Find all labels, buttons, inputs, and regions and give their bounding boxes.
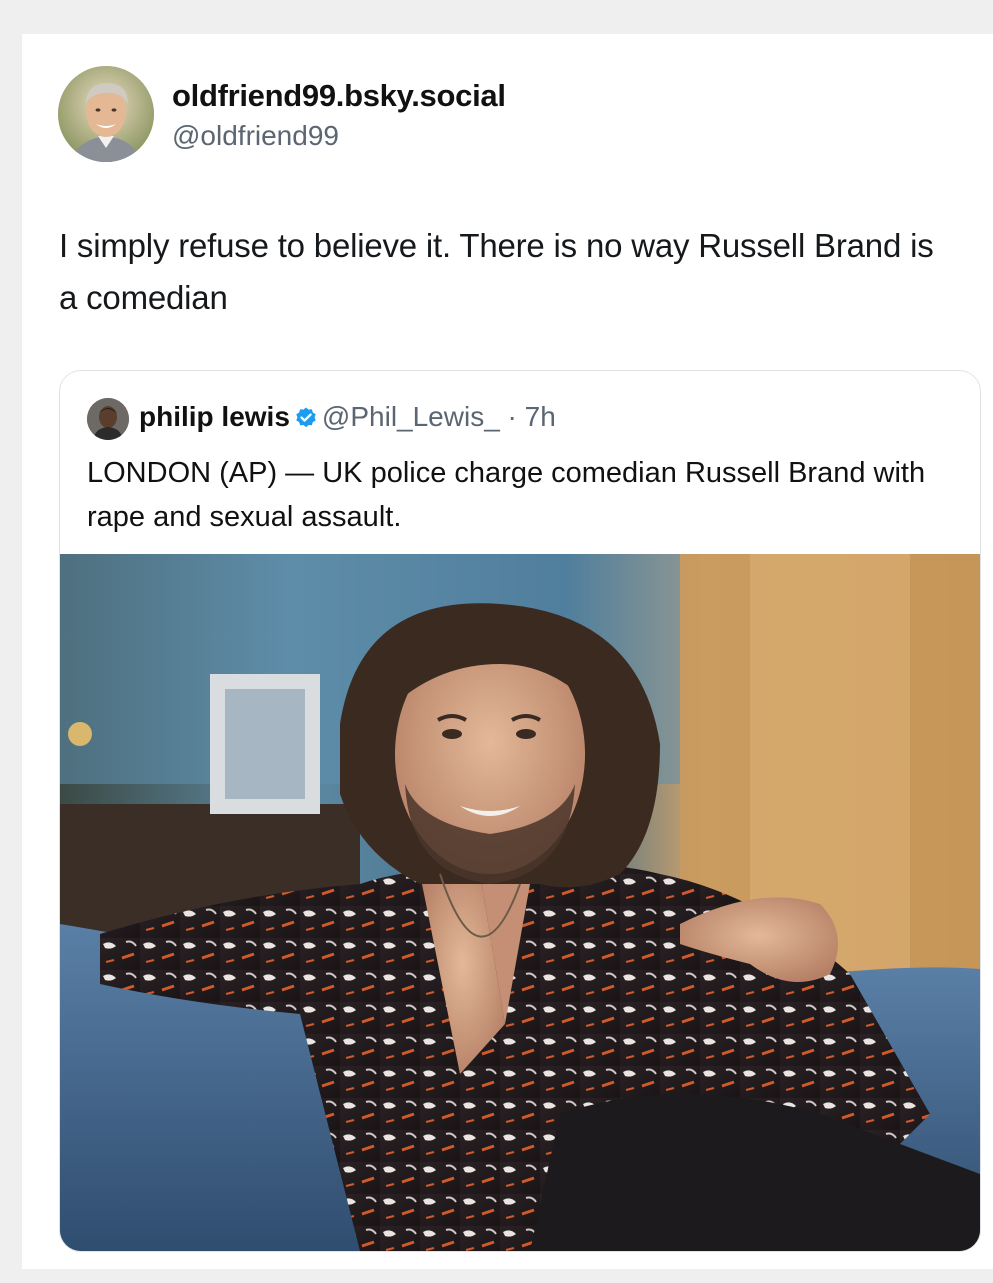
quoted-author-avatar[interactable] bbox=[87, 398, 129, 440]
quoted-post-time[interactable]: 7h bbox=[525, 401, 556, 432]
author-handle[interactable]: @oldfriend99 bbox=[172, 120, 339, 152]
quoted-post-header: philip lewis @Phil_Lewis_ · 7h bbox=[139, 401, 556, 437]
quoted-author-name[interactable]: philip lewis bbox=[139, 401, 290, 432]
post-card: oldfriend99.bsky.social @oldfriend99 I s… bbox=[22, 34, 993, 1269]
quoted-author-avatar-image bbox=[87, 398, 129, 440]
quoted-post-photo[interactable] bbox=[60, 554, 980, 1251]
meta-separator: · bbox=[499, 401, 525, 432]
quoted-author-handle[interactable]: @Phil_Lewis_ bbox=[322, 401, 500, 432]
post-text: I simply refuse to believe it. There is … bbox=[59, 227, 934, 316]
verified-badge-icon bbox=[294, 405, 318, 437]
quoted-post[interactable]: philip lewis @Phil_Lewis_ · 7h LONDON (AP… bbox=[59, 370, 981, 1252]
screenshot-page: oldfriend99.bsky.social @oldfriend99 I s… bbox=[0, 0, 993, 1283]
author-avatar-image bbox=[58, 66, 154, 162]
author-display-name[interactable]: oldfriend99.bsky.social bbox=[172, 78, 506, 114]
quoted-post-text: LONDON (AP) — UK police charge comedian … bbox=[87, 457, 926, 533]
author-avatar[interactable] bbox=[58, 66, 154, 162]
news-photo-image bbox=[60, 554, 980, 1251]
